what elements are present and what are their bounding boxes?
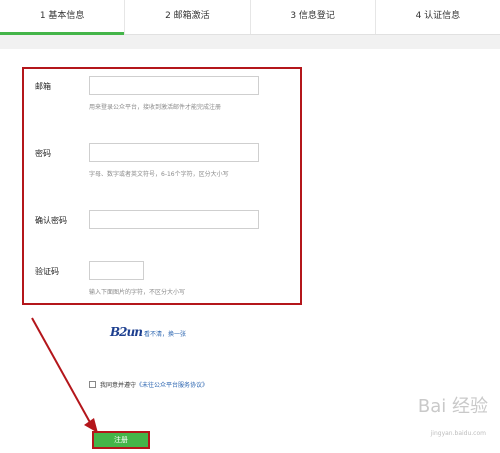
watermark-logo: Bai 经验 (417, 396, 488, 417)
watermark-url: jingyan.baidu.com (430, 430, 486, 437)
red-arrow-annotation (31, 317, 98, 433)
